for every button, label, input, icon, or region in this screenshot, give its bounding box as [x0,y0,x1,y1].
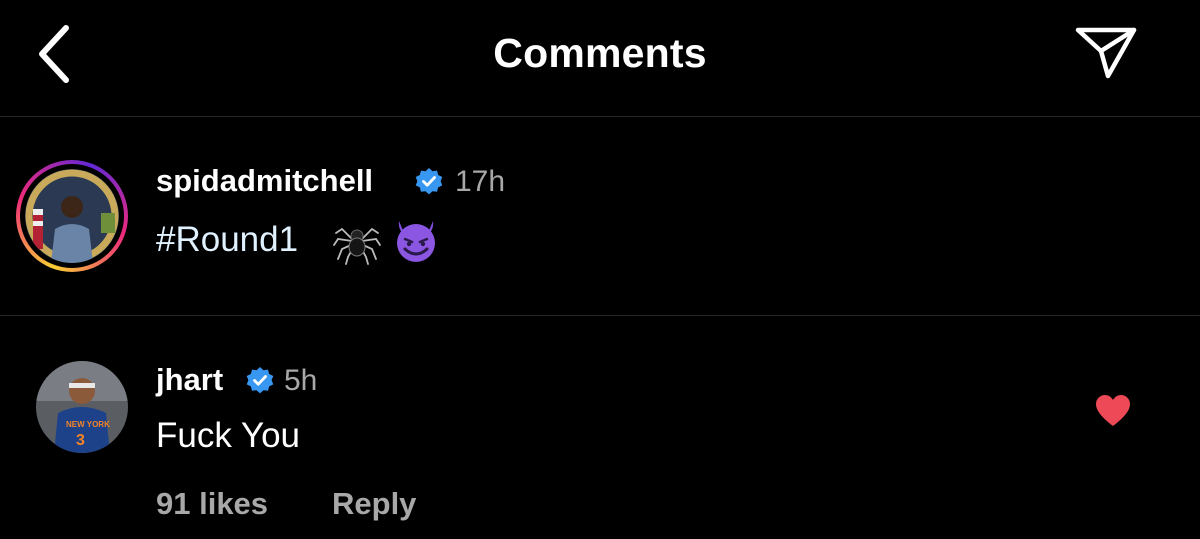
svg-text:NEW YORK: NEW YORK [66,420,110,429]
story-avatar[interactable] [16,160,128,272]
comment-username[interactable]: jhart [156,362,223,398]
caption-username[interactable]: spidadmitchell [156,163,373,199]
smiling-devil-emoji-icon [397,221,435,262]
verified-badge-icon [246,367,274,394]
verified-badge-icon [415,168,443,195]
caption-text: #Round1 [156,220,298,260]
share-button[interactable] [1072,22,1140,82]
svg-text:3: 3 [76,432,85,449]
caption-timestamp: 17h [455,165,506,198]
spider-emoji-icon [333,227,381,265]
header-bar: Comments [0,0,1200,117]
hashtag-link[interactable]: #Round1 [156,220,298,259]
heart-filled-icon [1096,395,1130,426]
avatar-image: NEW YORK 3 [36,361,128,453]
paper-plane-icon [1075,27,1137,79]
comment-like-button[interactable] [1095,394,1131,428]
comment-item: NEW YORK 3 jhart 5h Fuck You 91 likes Re… [0,316,1200,539]
comment-timestamp: 5h [284,364,318,397]
commenter-avatar[interactable]: NEW YORK 3 [36,361,128,453]
page-title: Comments [493,30,707,76]
reply-button[interactable]: Reply [332,486,416,522]
avatar-image [25,169,119,263]
comment-like-count[interactable]: 91 likes [156,486,268,522]
comment-text: Fuck You [156,416,300,455]
post-caption: spidadmitchell 17h #Round1 [0,117,1200,316]
